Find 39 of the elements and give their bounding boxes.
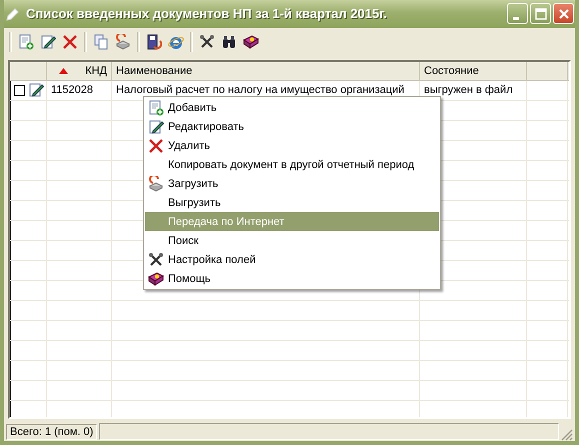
sort-ascending-icon: [59, 68, 68, 74]
maximize-button[interactable]: [530, 3, 551, 24]
disk-arrow-icon: [146, 34, 162, 50]
doc-pencil-icon: [148, 118, 164, 134]
minimize-button[interactable]: [507, 3, 528, 24]
menu-item[interactable]: Копировать документ в другой отчетный период: [145, 155, 439, 174]
resize-grip-icon: [561, 429, 573, 441]
column-header[interactable]: Состояние: [420, 62, 527, 80]
tray-arrow-icon: [148, 176, 164, 192]
maximize-icon: [534, 8, 546, 20]
help-book-icon: [148, 270, 164, 286]
doc-add-icon: [18, 34, 34, 50]
delete-icon: [62, 34, 78, 50]
checkbox[interactable]: [14, 84, 25, 96]
doc-add-icon: [148, 100, 164, 116]
menu-item[interactable]: Помощь: [145, 269, 439, 288]
menu-item[interactable]: Удалить: [145, 136, 439, 155]
menu-item[interactable]: Выгрузить: [145, 193, 439, 212]
copy-icon: [93, 34, 109, 50]
column-header[interactable]: Наименование: [112, 62, 420, 80]
tray-arrow-icon: [115, 34, 131, 50]
delete-icon: [148, 138, 164, 154]
menu-item[interactable]: Настройка полей: [145, 250, 439, 269]
menu-item[interactable]: Поиск: [145, 231, 439, 250]
status-text: Всего: 1 (пом. 0): [6, 424, 98, 440]
table-cell: 1152028: [47, 80, 112, 100]
doc-pencil-icon: [28, 82, 44, 98]
close-icon: [558, 8, 570, 20]
help-book-icon: [243, 34, 259, 50]
menu-item[interactable]: Редактировать: [145, 117, 439, 136]
menu-item[interactable]: Загрузить: [145, 174, 439, 193]
column-header[interactable]: КНД: [47, 62, 112, 80]
close-button[interactable]: [553, 3, 574, 24]
doc-pencil-icon: [40, 34, 56, 50]
minimize-icon: [513, 17, 519, 20]
binoculars-icon: [221, 34, 237, 50]
pencil-icon: [6, 6, 20, 21]
menu-item[interactable]: Добавить: [145, 98, 439, 117]
window-title: Список введенных документов НП за 1-й квартал 2015г.: [26, 6, 388, 22]
